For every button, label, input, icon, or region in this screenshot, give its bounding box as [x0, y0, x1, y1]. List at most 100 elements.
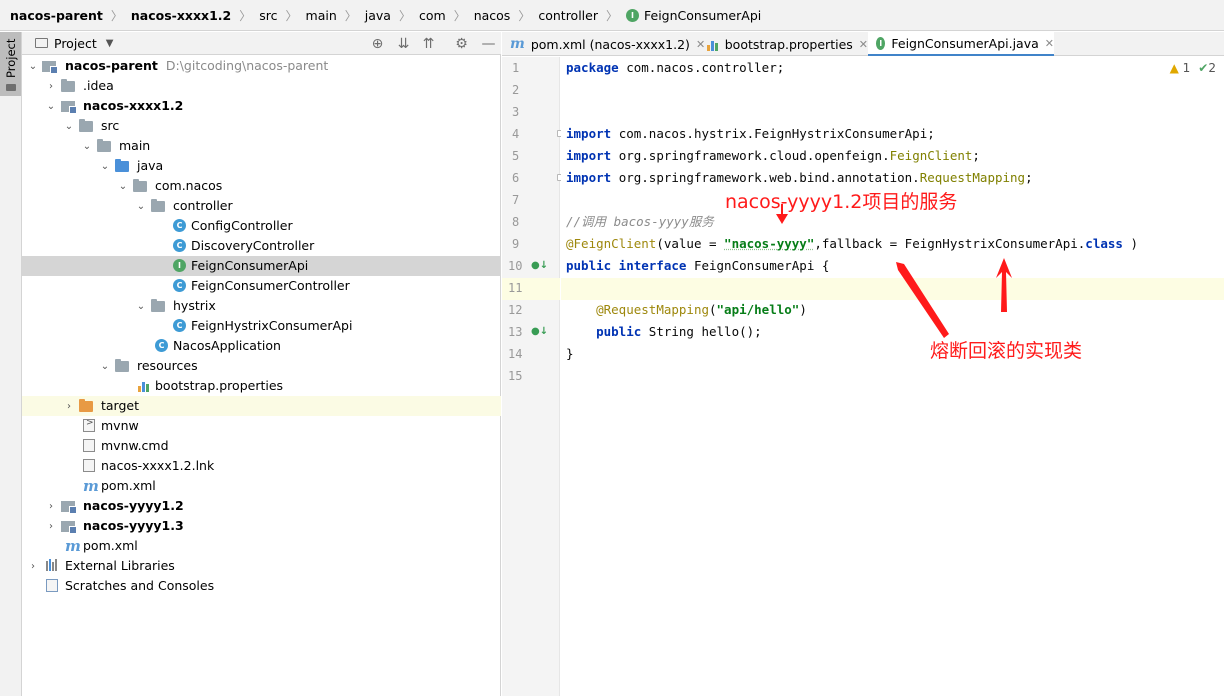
tree-item-label: hystrix — [173, 298, 216, 313]
expand-all-icon[interactable]: ⇊ — [395, 35, 412, 52]
tree-item-nacos-application[interactable]: C NacosApplication — [22, 336, 501, 356]
tree-item-feign-consumer-controller[interactable]: C FeignConsumerController — [22, 276, 501, 296]
chevron-right-icon[interactable]: › — [45, 499, 57, 513]
tree-item-src[interactable]: ⌄ src — [22, 116, 501, 136]
chevron-down-icon[interactable]: ⌄ — [63, 119, 75, 133]
tool-window-stripe — [0, 32, 22, 696]
tree-item-bootstrap-properties[interactable]: bootstrap.properties — [22, 376, 501, 396]
tree-item-root-pom-xml[interactable]: m pom.xml — [22, 536, 501, 556]
close-icon[interactable]: ✕ — [1045, 37, 1054, 50]
tree-item-nacos-xxxx[interactable]: ⌄ nacos-xxxx1.2 — [22, 96, 501, 116]
tree-item-pom-xml[interactable]: m pom.xml — [22, 476, 501, 496]
chevron-right-icon: 〉 — [285, 8, 298, 23]
code-line: @FeignClient(value = "nacos-yyyy",fallba… — [566, 236, 1138, 251]
tree-item-idea[interactable]: › .idea — [22, 76, 501, 96]
tab-pom-xml[interactable]: m pom.xml (nacos-xxxx1.2) ✕ — [502, 32, 705, 56]
tree-item-mvnw[interactable]: mvnw — [22, 416, 501, 436]
tree-item-target[interactable]: › target — [22, 396, 501, 416]
tab-feign-consumer-api[interactable]: I FeignConsumerApi.java ✕ — [868, 32, 1054, 56]
interface-icon: I — [173, 259, 188, 273]
chevron-down-icon[interactable]: ⌄ — [117, 179, 129, 193]
project-tool-tab-label[interactable]: Project — [4, 39, 18, 78]
chevron-down-icon[interactable]: ⌄ — [45, 99, 57, 113]
tree-item-nacos-parent[interactable]: ⌄ nacos-parent D:\gitcoding\nacos-parent — [22, 56, 501, 76]
tree-item-label: mvnw — [101, 418, 139, 433]
breadcrumb-item[interactable]: com — [419, 8, 446, 23]
close-icon[interactable]: ✕ — [859, 38, 868, 51]
line-number: 9 — [512, 237, 520, 251]
tab-label: bootstrap.properties — [724, 36, 853, 52]
breadcrumb-item[interactable]: nacos-parent — [10, 8, 103, 23]
folder-icon — [61, 79, 76, 93]
tree-item-lnk-file[interactable]: nacos-xxxx1.2.lnk — [22, 456, 501, 476]
chevron-right-icon[interactable]: › — [63, 399, 75, 413]
ok-count: 2 — [1208, 61, 1216, 75]
tree-item-label: nacos-yyyy1.2 — [83, 498, 184, 513]
maven-icon: m — [83, 477, 99, 495]
tree-item-feign-consumer-api[interactable]: I FeignConsumerApi — [22, 256, 501, 276]
minimize-icon[interactable]: — — [480, 35, 497, 52]
tree-item-feign-hystrix-consumer-api[interactable]: C FeignHystrixConsumerApi — [22, 316, 501, 336]
tree-item-label: pom.xml — [101, 478, 156, 493]
implemented-icon[interactable]: ●↓ — [531, 255, 548, 277]
chevron-down-icon[interactable]: ⌄ — [99, 359, 111, 373]
tab-bootstrap-properties[interactable]: bootstrap.properties ✕ — [698, 32, 868, 56]
locate-icon[interactable]: ⊕ — [369, 35, 386, 52]
tree-item-com-nacos[interactable]: ⌄ com.nacos — [22, 176, 501, 196]
line-number: 13 — [508, 325, 523, 339]
tree-item-label: External Libraries — [65, 558, 175, 573]
maven-icon: m — [510, 36, 525, 52]
line-number: 5 — [512, 149, 520, 163]
tree-item-hystrix[interactable]: ⌄ hystrix — [22, 296, 501, 316]
gear-icon[interactable]: ⚙ — [453, 35, 470, 52]
module-icon — [42, 59, 58, 74]
tree-item-main[interactable]: ⌄ main — [22, 136, 501, 156]
collapse-all-icon[interactable]: ⇈ — [420, 35, 437, 52]
tree-item-label: nacos-parent D:\gitcoding\nacos-parent — [65, 58, 329, 73]
path-hint: D:\gitcoding\nacos-parent — [165, 58, 329, 73]
line-number: 12 — [508, 303, 523, 317]
breadcrumb-item[interactable]: src — [259, 8, 277, 23]
tree-item-nacos-yyyy-12[interactable]: › nacos-yyyy1.2 — [22, 496, 501, 516]
tree-item-nacos-yyyy-13[interactable]: › nacos-yyyy1.3 — [22, 516, 501, 536]
tree-item-mvnw-cmd[interactable]: mvnw.cmd — [22, 436, 501, 456]
resources-folder-icon — [115, 359, 130, 373]
code-editor[interactable]: package com.nacos.controller; import com… — [561, 57, 1224, 696]
tree-item-label: src — [101, 118, 120, 133]
chevron-right-icon[interactable]: › — [45, 519, 57, 533]
chevron-down-icon[interactable]: ⌄ — [81, 139, 93, 153]
code-line: import com.nacos.hystrix.FeignHystrixCon… — [566, 126, 935, 141]
tree-item-external-libraries[interactable]: › External Libraries — [22, 556, 501, 576]
tree-item-java[interactable]: ⌄ java — [22, 156, 501, 176]
chevron-down-icon[interactable]: ⌄ — [135, 299, 147, 313]
chevron-down-icon[interactable]: ▼ — [106, 38, 114, 49]
tree-item-discovery-controller[interactable]: C DiscoveryController — [22, 236, 501, 256]
unknown-file-icon — [83, 459, 98, 473]
breadcrumb-item[interactable]: FeignConsumerApi — [644, 8, 761, 23]
chevron-right-icon[interactable]: › — [45, 79, 57, 93]
tree-item-controller[interactable]: ⌄ controller — [22, 196, 501, 216]
breadcrumb-item[interactable]: main — [306, 8, 337, 23]
chevron-down-icon[interactable]: ⌄ — [99, 159, 111, 173]
chevron-down-icon[interactable]: ⌄ — [27, 59, 39, 73]
chevron-right-icon: 〉 — [110, 8, 123, 23]
breadcrumb-item[interactable]: nacos-xxxx1.2 — [131, 8, 231, 23]
tree-item-scratches[interactable]: Scratches and Consoles — [22, 576, 501, 596]
tree-item-config-controller[interactable]: C ConfigController — [22, 216, 501, 236]
implemented-icon[interactable]: ●↓ — [531, 321, 548, 343]
chevron-right-icon: 〉 — [344, 8, 357, 23]
tree-item-label: nacos-xxxx1.2.lnk — [101, 458, 215, 473]
breadcrumb-item[interactable]: controller — [538, 8, 598, 23]
line-number: 8 — [512, 215, 520, 229]
chevron-down-icon[interactable]: ⌄ — [135, 199, 147, 213]
tree-item-label: java — [137, 158, 164, 173]
breadcrumb-item[interactable]: java — [365, 8, 391, 23]
breadcrumb-item[interactable]: nacos — [474, 8, 511, 23]
inspection-widget[interactable]: ▲ 1 ✔2 — [1170, 61, 1216, 75]
maven-icon: m — [65, 537, 81, 555]
chevron-right-icon[interactable]: › — [27, 559, 39, 573]
module-icon — [61, 499, 77, 514]
tree-item-label: Scratches and Consoles — [65, 578, 215, 593]
folder-icon — [79, 119, 94, 133]
tree-item-resources[interactable]: ⌄ resources — [22, 356, 501, 376]
